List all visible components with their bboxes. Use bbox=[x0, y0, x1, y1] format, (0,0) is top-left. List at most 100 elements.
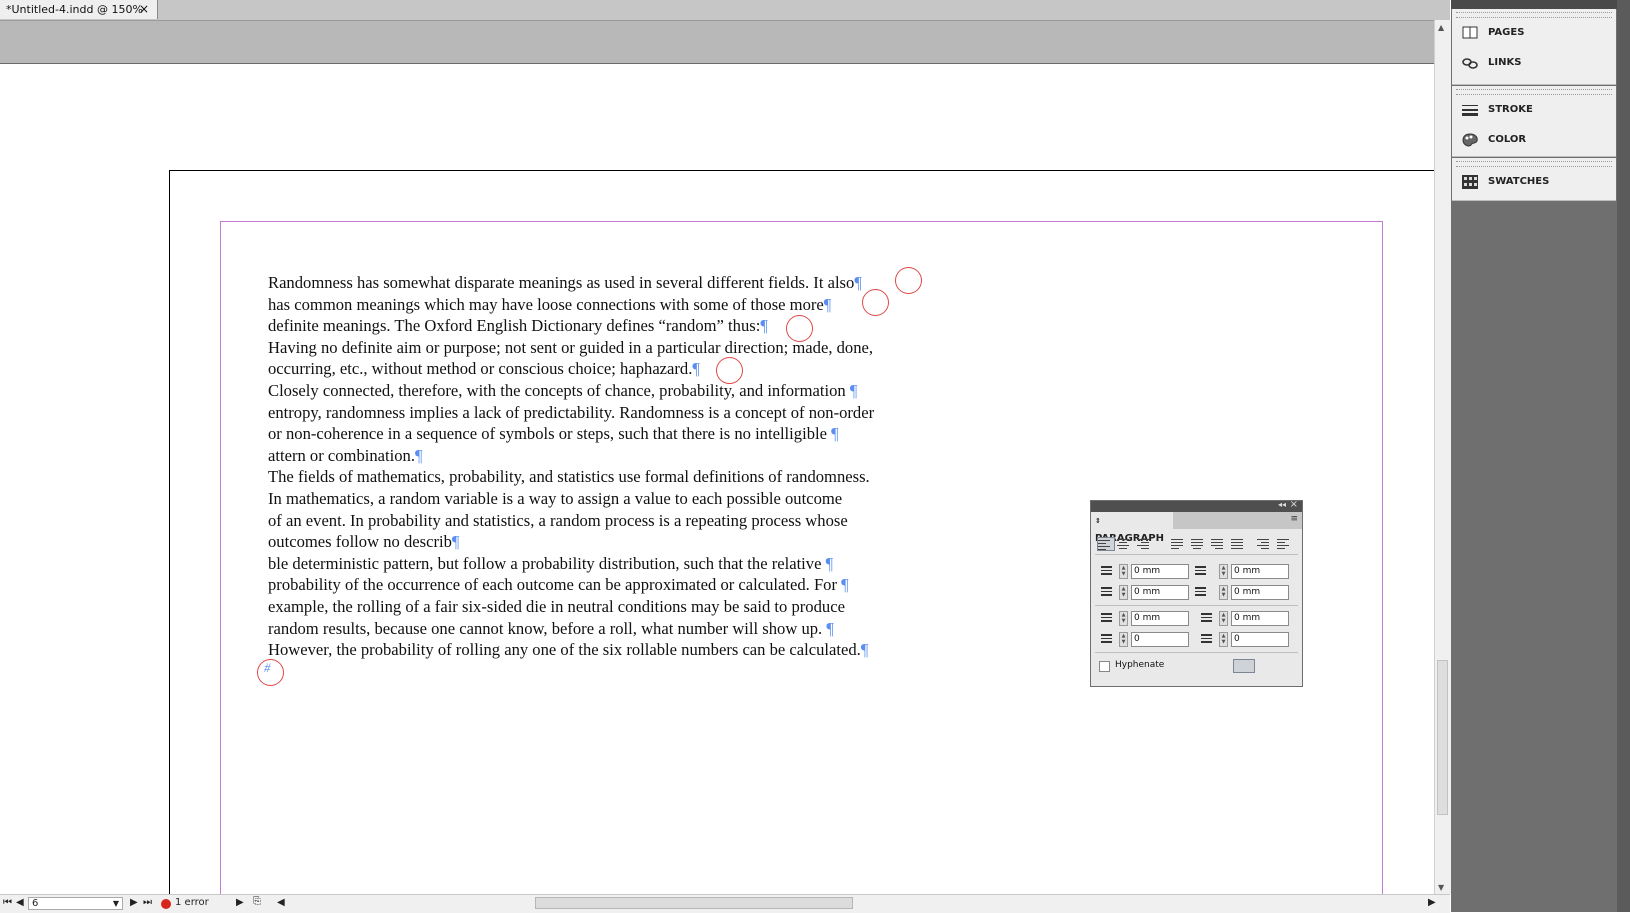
panel-titlebar[interactable]: ◂◂ × bbox=[1091, 499, 1302, 512]
pages-icon bbox=[1462, 26, 1478, 39]
pilcrow-mark: ¶ bbox=[826, 618, 834, 638]
first-line-indent-field[interactable]: 0 mm bbox=[1131, 585, 1189, 600]
story-line: The fields of mathematics, probability, … bbox=[268, 466, 948, 488]
panel-divider bbox=[1095, 554, 1298, 555]
pilcrow-mark: ¶ bbox=[854, 273, 862, 292]
pilcrow-mark: ¶ bbox=[849, 380, 858, 400]
story-line: attern or combination.¶ bbox=[268, 445, 948, 467]
panel-item-label: PAGES bbox=[1488, 27, 1525, 38]
drop-cap-chars-icon bbox=[1195, 632, 1213, 646]
close-tab-icon[interactable]: × bbox=[139, 0, 149, 19]
collapse-panel-icon[interactable]: ◂◂ bbox=[1278, 500, 1286, 509]
story-line-text: Closely connected, therefore, with the c… bbox=[268, 380, 850, 400]
preflight-status[interactable]: 1 error bbox=[175, 897, 209, 908]
story-line: probability of the occurrence of each ou… bbox=[268, 574, 948, 596]
annotation-circle bbox=[895, 267, 922, 294]
panel-item-links[interactable]: LINKS bbox=[1452, 48, 1616, 78]
last-line-indent-stepper[interactable]: ▲ ▼ bbox=[1219, 585, 1228, 600]
story-line-text: has common meanings which may have loose… bbox=[268, 294, 824, 314]
align-center-button[interactable] bbox=[1117, 537, 1133, 549]
story-line: definite meanings. The Oxford English Di… bbox=[268, 315, 948, 337]
justify-all-button[interactable] bbox=[1231, 537, 1247, 549]
horizontal-scroll-thumb[interactable] bbox=[535, 897, 853, 909]
story-line-text: outcomes follow no describ bbox=[268, 532, 452, 552]
annotation-circle bbox=[257, 659, 284, 686]
panel-item-pages[interactable]: PAGES bbox=[1452, 18, 1616, 48]
space-before-field[interactable]: 0 mm bbox=[1131, 611, 1189, 626]
align-to-baseline-grid-button[interactable] bbox=[1259, 659, 1281, 673]
drop-cap-lines-stepper[interactable]: ▲ ▼ bbox=[1119, 632, 1128, 647]
pilcrow-mark: ¶ bbox=[860, 640, 869, 660]
drop-cap-chars-stepper[interactable]: ▲ ▼ bbox=[1219, 632, 1228, 647]
right-indent-stepper[interactable]: ▲ ▼ bbox=[1219, 564, 1228, 579]
justify-center-button[interactable] bbox=[1191, 537, 1207, 549]
align-right-button[interactable] bbox=[1137, 537, 1153, 549]
left-indent-stepper[interactable]: ▲ ▼ bbox=[1119, 564, 1128, 579]
last-page-icon[interactable]: ⏭ bbox=[143, 897, 152, 908]
scroll-down-icon[interactable]: ▼ bbox=[1438, 883, 1444, 892]
panel-group-pages-links: PAGES LINKS bbox=[1452, 9, 1616, 85]
panel-item-stroke[interactable]: STROKE bbox=[1452, 95, 1616, 125]
panel-item-label: LINKS bbox=[1488, 57, 1522, 68]
open-page-icon[interactable]: ⎘ bbox=[253, 896, 261, 907]
vertical-scroll-thumb[interactable] bbox=[1437, 660, 1448, 815]
space-after-stepper[interactable]: ▲ ▼ bbox=[1219, 611, 1228, 626]
page-number-field[interactable]: 6 ▼ bbox=[28, 897, 123, 910]
story-line: random results, because one cannot know,… bbox=[268, 618, 948, 640]
drop-cap-lines-field[interactable]: 0 bbox=[1131, 632, 1189, 647]
panel-dock-header bbox=[1451, 0, 1617, 9]
story-line: has common meanings which may have loose… bbox=[268, 294, 948, 316]
pilcrow-mark: ¶ bbox=[451, 532, 460, 552]
story-line-text: probability of the occurrence of each ou… bbox=[268, 575, 842, 595]
left-indent-field[interactable]: 0 mm bbox=[1131, 564, 1189, 579]
scroll-up-icon[interactable]: ▲ bbox=[1438, 23, 1444, 32]
preflight-menu-icon[interactable]: ▶ bbox=[236, 897, 244, 908]
panel-item-label: STROKE bbox=[1488, 104, 1533, 115]
pilcrow-mark: ¶ bbox=[692, 359, 700, 379]
story-line: occurring, etc., without method or consc… bbox=[268, 358, 948, 380]
drop-cap-lines-icon bbox=[1095, 632, 1113, 646]
document-tab[interactable]: *Untitled-4.indd @ 150% × bbox=[0, 0, 158, 19]
hyphenate-label: Hyphenate bbox=[1115, 660, 1165, 670]
close-icon[interactable]: × bbox=[1290, 499, 1298, 510]
next-page-icon[interactable]: ▶ bbox=[130, 897, 138, 908]
hyphenate-checkbox[interactable] bbox=[1099, 661, 1110, 672]
scroll-right-icon[interactable]: ▶ bbox=[1428, 897, 1436, 908]
story-line: However, the probability of rolling any … bbox=[268, 639, 948, 661]
left-indent-icon bbox=[1095, 564, 1113, 578]
story-line: or non-coherence in a sequence of symbol… bbox=[268, 423, 948, 445]
chevron-down-icon[interactable]: ▼ bbox=[113, 898, 119, 909]
right-edge-strip bbox=[1617, 0, 1630, 912]
story-line-text: Having no definite aim or purpose; not s… bbox=[268, 337, 874, 357]
justify-left-button[interactable] bbox=[1171, 537, 1187, 549]
first-page-icon[interactable]: ⏮ bbox=[3, 897, 12, 908]
panel-item-color[interactable]: COLOR bbox=[1452, 125, 1616, 155]
story-line: of an event. In probability and statisti… bbox=[268, 510, 948, 532]
drop-cap-chars-field[interactable]: 0 bbox=[1231, 632, 1289, 647]
story-line-text: entropy, randomness implies a lack of pr… bbox=[268, 402, 875, 422]
justify-right-button[interactable] bbox=[1211, 537, 1227, 549]
align-towards-spine-button[interactable] bbox=[1257, 537, 1273, 549]
align-away-from-spine-button[interactable] bbox=[1277, 537, 1293, 549]
text-frame[interactable]: Randomness has somewhat disparate meanin… bbox=[268, 272, 948, 661]
panel-item-swatches[interactable]: SWATCHES bbox=[1452, 167, 1616, 197]
right-indent-field[interactable]: 0 mm bbox=[1231, 564, 1289, 579]
annotation-circle bbox=[716, 357, 743, 384]
previous-page-icon[interactable]: ◀ bbox=[16, 897, 24, 908]
story-line-text: occurring, etc., without method or consc… bbox=[268, 359, 693, 379]
pasteboard bbox=[0, 21, 1434, 64]
scroll-left-icon[interactable]: ◀ bbox=[277, 897, 285, 908]
panel-menu-icon[interactable]: ≡ bbox=[1290, 514, 1298, 524]
preflight-error-icon bbox=[161, 899, 171, 909]
space-before-stepper[interactable]: ▲ ▼ bbox=[1119, 611, 1128, 626]
tab-paragraph[interactable]: ⇕ PARAGRAPH bbox=[1091, 512, 1173, 544]
story-line-text: attern or combination. bbox=[268, 445, 415, 465]
do-not-align-to-grid-button[interactable] bbox=[1233, 659, 1255, 673]
align-left-button[interactable] bbox=[1097, 537, 1115, 551]
first-line-indent-stepper[interactable]: ▲ ▼ bbox=[1119, 585, 1128, 600]
last-line-indent-field[interactable]: 0 mm bbox=[1231, 585, 1289, 600]
annotation-circle bbox=[862, 289, 889, 316]
space-after-field[interactable]: 0 mm bbox=[1231, 611, 1289, 626]
right-indent-icon bbox=[1195, 564, 1213, 578]
panel-divider bbox=[1095, 652, 1298, 653]
